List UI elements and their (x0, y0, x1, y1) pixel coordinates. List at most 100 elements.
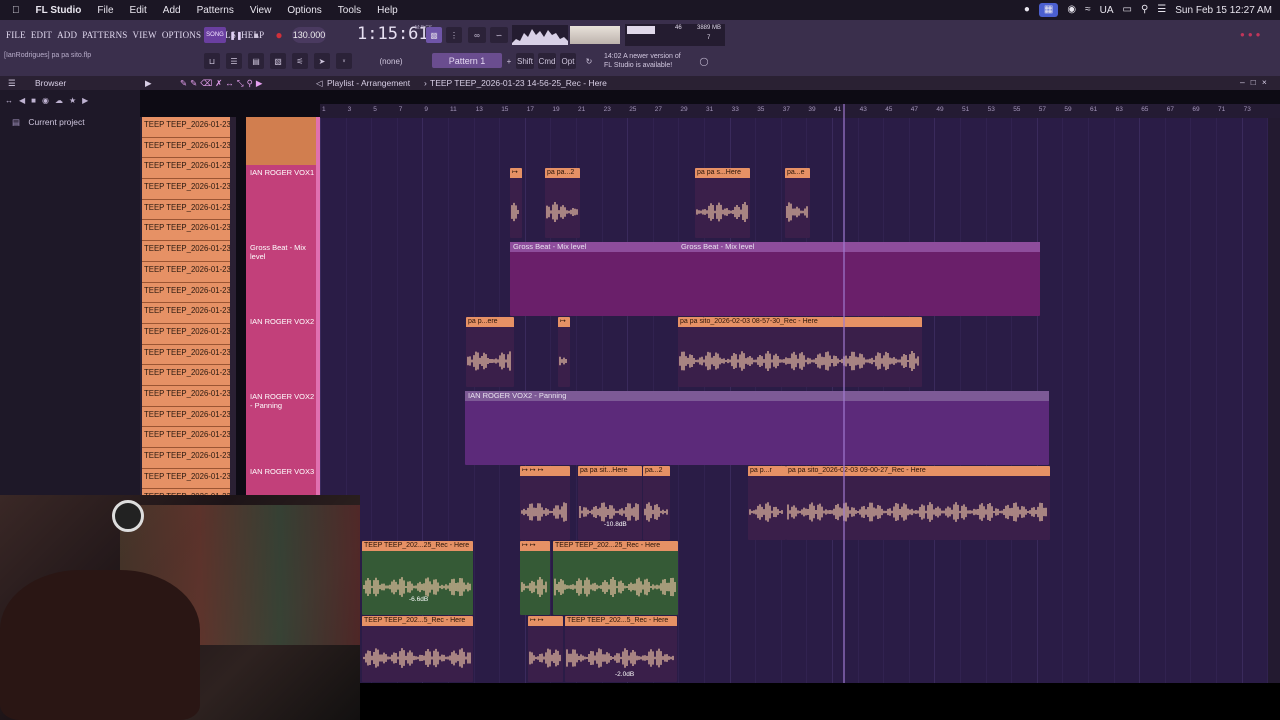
menu-view[interactable]: View (242, 5, 280, 16)
clip-source-item[interactable]: TEEP TEEP_2026-01-23... (142, 282, 230, 304)
snap-select[interactable]: (none) (362, 53, 420, 69)
fl-menu-edit[interactable]: EDIT (31, 30, 52, 40)
fl-menu-options[interactable]: OPTIONS (162, 30, 201, 40)
fl-menu-file[interactable]: FILE (6, 30, 26, 40)
playlist-window-controls[interactable]: –□× (1240, 77, 1273, 87)
fl-menu-view[interactable]: VIEW (133, 30, 157, 40)
track-header-vox2-panning[interactable]: IAN ROGER VOX2 - Panning (246, 392, 316, 410)
clip-source-item[interactable]: TEEP TEEP_2026-01-23... (142, 199, 230, 221)
shift-button[interactable]: Shift (516, 53, 534, 69)
timeline-ruler[interactable]: 1 3 5 7 9 11 13 15 17 19 21 23 25 27 29 31 33 35 37 39 41 43 4… (320, 104, 1280, 118)
audio-clip[interactable]: pa...2 (643, 466, 670, 540)
arrow-icon[interactable]: ➤ (314, 53, 330, 69)
clip-source-item[interactable]: TEEP TEEP_2026-01-23... (142, 448, 230, 469)
audio-clip[interactable]: pa pa s...Here (695, 168, 750, 238)
clip-source-item[interactable]: TEEP TEEP_2026-01-23... (142, 406, 230, 428)
audio-clip[interactable]: pa...e (785, 168, 810, 238)
audio-clip[interactable]: ↦ ↦ (528, 616, 563, 682)
blend-icon[interactable]: ∽ (490, 27, 508, 43)
track-header-vox2[interactable]: IAN ROGER VOX2 (246, 317, 316, 326)
playhead[interactable] (843, 104, 845, 683)
audio-clip-green[interactable]: TEEP TEEP_202...25_Rec - Here -6.6dB (362, 541, 473, 615)
add-pattern-icon[interactable]: + (504, 53, 514, 69)
audio-clip[interactable]: pa pa sit...Here -10.8dB (578, 466, 642, 540)
menu-patterns[interactable]: Patterns (189, 5, 242, 16)
menu-tools[interactable]: Tools (330, 5, 369, 16)
clip-source-item[interactable]: TEEP TEEP_2026-01-23... (142, 344, 230, 366)
automation-clip[interactable]: IAN ROGER VOX2 - Panning (465, 391, 1049, 465)
menu-help[interactable]: Help (369, 5, 406, 16)
audio-clip[interactable]: ↦ ↦ ↦ (520, 466, 570, 540)
track-header-top[interactable] (246, 117, 320, 165)
tree-item-current-project[interactable]: Current project (28, 117, 84, 127)
clip-source-item[interactable]: TEEP TEEP_2026-01-23... (142, 303, 230, 324)
clip-source-item[interactable]: TEEP TEEP_2026-01-23... (142, 117, 230, 138)
audio-clip[interactable]: pa pa sito_2026-02-03 09-00-27_Rec - Her… (786, 466, 1050, 540)
opt-button[interactable]: Opt (560, 53, 576, 69)
clip-source-item[interactable]: TEEP TEEP_2026-01-23... (142, 385, 230, 407)
audio-clip[interactable]: pa p...r (748, 466, 786, 540)
menu-file[interactable]: File (89, 5, 121, 16)
audio-clip[interactable]: TEEP TEEP_202...5_Rec - Here -2.0dB (565, 616, 677, 682)
pause-icon[interactable]: ❚❚ (229, 27, 242, 43)
master-volume-display[interactable] (570, 26, 620, 44)
playlist-tools[interactable]: ✎✎⌫✗↔⤡⚲▶ (180, 78, 265, 89)
recording-icon[interactable]: ◉ (1067, 5, 1076, 15)
track-header-gross-beat[interactable]: Gross Beat - Mix level (246, 243, 316, 261)
audio-clip-small[interactable]: ↦ (558, 317, 570, 387)
step-icon[interactable]: ⋮ (446, 27, 462, 43)
mixer-icon[interactable]: ⚟ (292, 53, 308, 69)
clip-source-item[interactable]: TEEP TEEP_2026-01-23... (142, 179, 230, 200)
wifi-icon[interactable]: ≈ (1085, 5, 1091, 15)
control-icon[interactable]: ▦ (1038, 3, 1059, 17)
audio-clip[interactable]: TEEP TEEP_202...5_Rec - Here (362, 616, 473, 682)
playlist-back-icon[interactable]: ◁ (316, 78, 323, 89)
magnet-icon[interactable]: ⊔ (204, 53, 220, 69)
audio-clip[interactable]: pa pa...2 (545, 168, 580, 238)
audio-clip-green[interactable]: ↦ ↦ (520, 541, 550, 615)
browser-tool-icons[interactable]: ↔◀■◉☁★▶ (5, 96, 94, 105)
browser-menu-icon[interactable]: ☰ (8, 78, 16, 89)
fl-menu-patterns[interactable]: PATTERNS (82, 30, 127, 40)
automation-clip[interactable]: Gross Beat - Mix level (510, 242, 678, 316)
tempo-display[interactable]: 130.000 (292, 27, 326, 43)
input-source[interactable]: UA (1100, 5, 1114, 16)
audio-clip[interactable]: pa p...ere (466, 317, 514, 387)
record-icon[interactable]: ● (272, 27, 286, 43)
track-header-vox1[interactable]: IAN ROGER VOX1 (246, 168, 316, 177)
song-mode-toggle[interactable]: SONG (204, 27, 226, 43)
window-controls[interactable]: ●●● (1240, 30, 1264, 39)
apple-icon[interactable]:  (0, 5, 28, 16)
clip-source-item[interactable]: TEEP TEEP_2026-01-23... (142, 241, 230, 262)
menu-add[interactable]: Add (155, 5, 189, 16)
control-center-icon[interactable]: ☰ (1157, 5, 1166, 15)
playlist-icon[interactable]: ☰ (226, 53, 242, 69)
search-icon[interactable]: ⚲ (1141, 5, 1148, 15)
clip-source-item[interactable]: TEEP TEEP_2026-01-23... (142, 365, 230, 386)
vertical-scrollbar[interactable] (1268, 118, 1280, 683)
metronome-icon[interactable]: ▩ (426, 27, 442, 43)
clock[interactable]: Sun Feb 15 12:27 AM (1175, 5, 1272, 16)
fl-menu-add[interactable]: ADD (57, 30, 77, 40)
update-notice[interactable]: 14:02 A newer version of FL Studio is av… (604, 52, 681, 70)
clip-source-item[interactable]: TEEP TEEP_2026-01-23... (142, 468, 230, 490)
clip-source-item[interactable]: TEEP TEEP_2026-01-23... (142, 261, 230, 283)
channel-rack-icon[interactable]: ▧ (270, 53, 286, 69)
battery-icon[interactable]: ▭ (1123, 5, 1132, 15)
globe-icon[interactable]: ◯ (698, 53, 710, 69)
app-menu[interactable]: FL Studio (28, 5, 90, 16)
clip-source-item[interactable]: TEEP TEEP_2026-01-23... (142, 137, 230, 159)
playlist-arrow-icon[interactable]: ▶ (145, 78, 152, 89)
cmd-button[interactable]: Cmd (538, 53, 556, 69)
mic-icon[interactable]: ⍤ (336, 53, 352, 69)
audio-clip[interactable]: pa pa sito_2026-02-03 08-57-30_Rec - Her… (678, 317, 922, 387)
stop-icon[interactable]: ■ (250, 27, 262, 43)
refresh-icon[interactable]: ↻ (580, 53, 598, 69)
piano-roll-icon[interactable]: ▤ (248, 53, 264, 69)
menu-options[interactable]: Options (279, 5, 329, 16)
pattern-selector[interactable]: Pattern 1 (432, 53, 502, 68)
clip-source-item[interactable]: TEEP TEEP_2026-01-23... (142, 158, 230, 180)
audio-clip-small[interactable]: ↦ (510, 168, 522, 238)
wait-icon[interactable]: ∞ (468, 27, 486, 43)
menu-edit[interactable]: Edit (122, 5, 155, 16)
